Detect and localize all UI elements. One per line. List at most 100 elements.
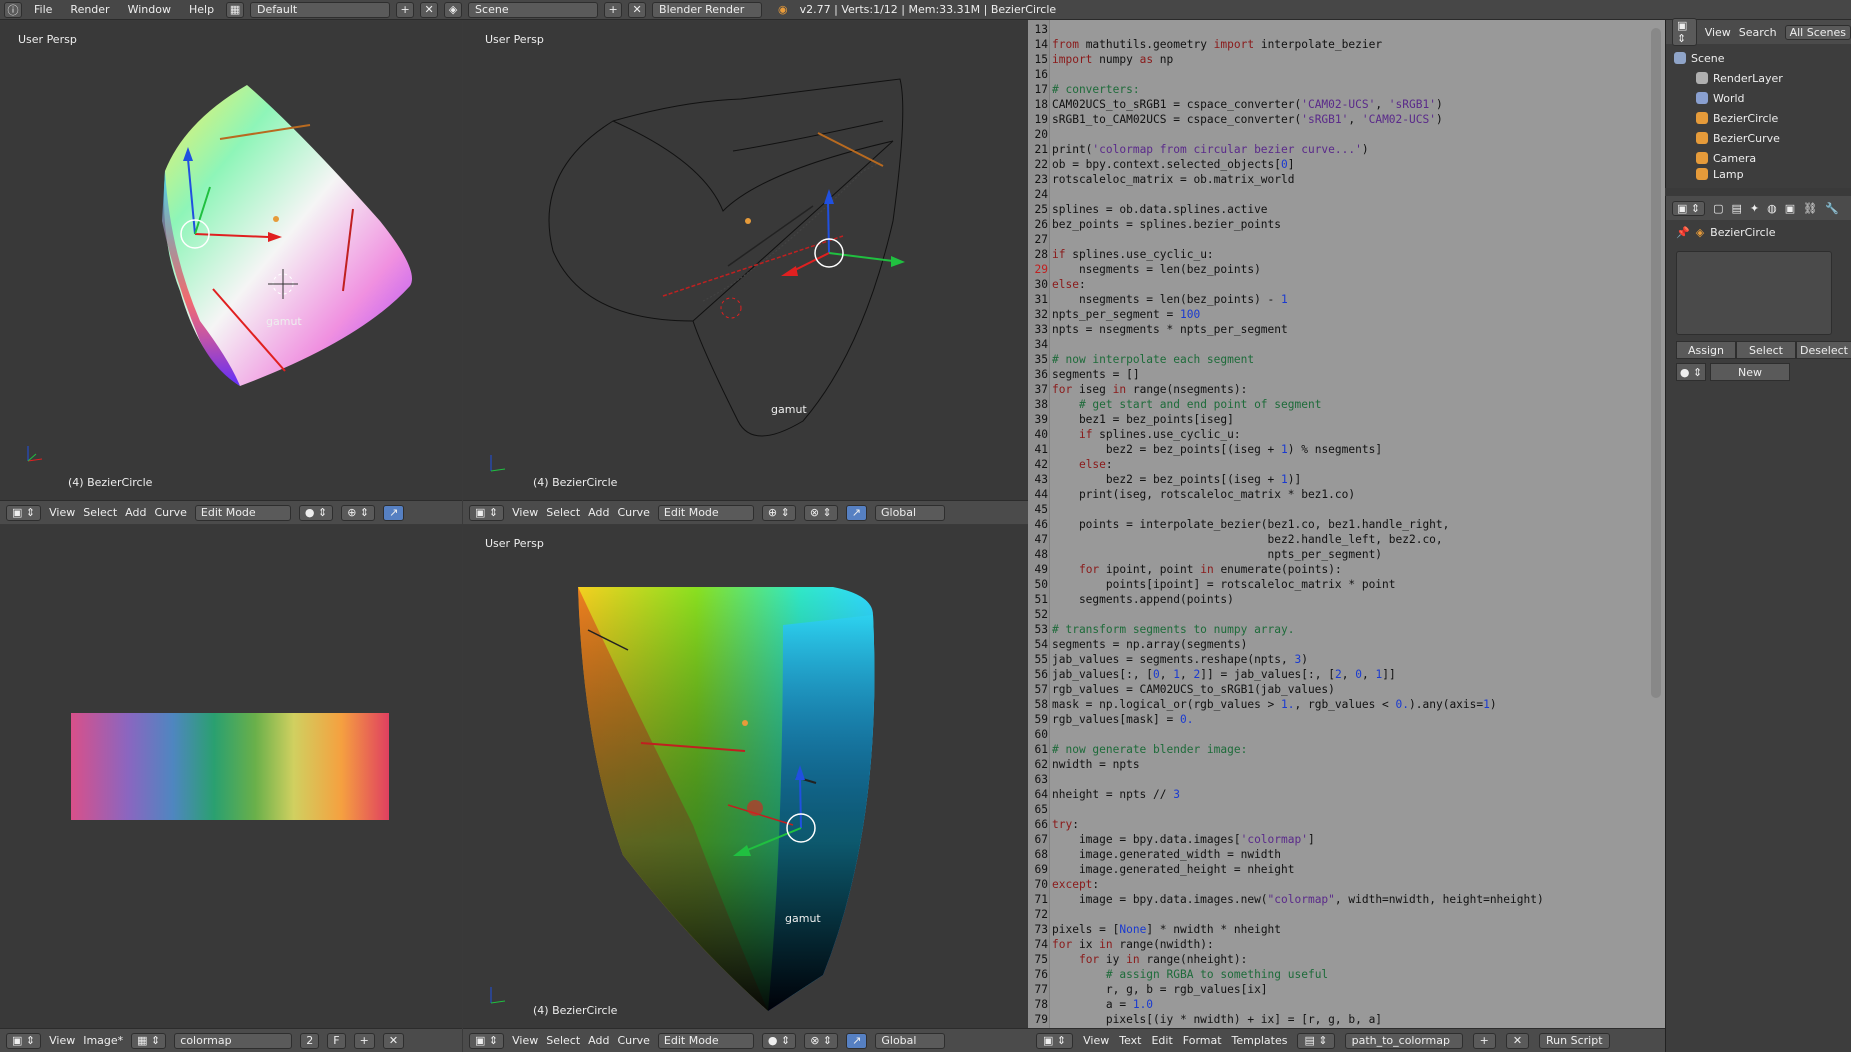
editor-type-button[interactable]: ▣ ⇕ bbox=[6, 1032, 42, 1049]
menu-window[interactable]: Window bbox=[122, 3, 177, 16]
add-scene-icon[interactable]: + bbox=[604, 1, 623, 18]
render-engine-select[interactable]: Blender Render bbox=[652, 1, 763, 18]
info-editor-icon[interactable]: ⓘ bbox=[4, 1, 22, 18]
add-layout-icon[interactable]: + bbox=[396, 1, 415, 18]
viewport-bottom-mid[interactable]: User Persp gamut (4) BezierCircle bbox=[463, 525, 1028, 1028]
editor-type-button[interactable]: ▣ ⇕ bbox=[469, 504, 505, 521]
outliner-item-world[interactable]: World bbox=[1674, 88, 1851, 108]
material-slots-list[interactable] bbox=[1676, 251, 1832, 335]
editor-type-button[interactable]: ▣ ⇕ bbox=[1672, 200, 1706, 216]
unlink-text-icon[interactable]: ✕ bbox=[1505, 1032, 1530, 1049]
modifiers-tab-icon[interactable]: 🔧 bbox=[1825, 202, 1839, 215]
new-material-button[interactable]: New bbox=[1710, 363, 1790, 381]
view-menu[interactable]: View bbox=[512, 1034, 538, 1047]
view-menu[interactable]: View bbox=[1705, 26, 1731, 39]
manipulator-toggle[interactable]: ↗ bbox=[846, 1032, 868, 1049]
add-menu[interactable]: Add bbox=[588, 1034, 609, 1047]
render-tab-icon[interactable]: ▢ bbox=[1713, 202, 1723, 215]
select-menu[interactable]: Select bbox=[546, 1034, 580, 1047]
text-browse-icon[interactable]: ▤ ⇕ bbox=[1297, 1032, 1335, 1049]
mode-select[interactable]: Edit Mode bbox=[657, 1032, 754, 1049]
new-image-icon[interactable]: + bbox=[353, 1032, 375, 1049]
menu-render[interactable]: Render bbox=[64, 3, 115, 16]
pivot-select[interactable]: ⊕ ⇕ bbox=[341, 504, 376, 521]
filter-select[interactable]: All Scenes bbox=[1784, 24, 1851, 40]
shading-select[interactable]: ● ⇕ bbox=[298, 504, 334, 521]
text-editor[interactable]: 13 14 from mathutils.geometry import inte… bbox=[1028, 20, 1665, 1028]
editor-type-button[interactable]: ▣ ⇕ bbox=[1036, 1032, 1074, 1049]
orientation-select[interactable]: Global bbox=[875, 504, 945, 521]
pin-icon[interactable]: 📌 bbox=[1676, 226, 1690, 239]
editor-scrollbar[interactable] bbox=[1651, 28, 1661, 698]
editor-type-button[interactable]: ▣ ⇕ bbox=[6, 504, 42, 521]
outliner-item-renderlayer[interactable]: RenderLayer bbox=[1674, 68, 1851, 88]
unlink-image-icon[interactable]: ✕ bbox=[382, 1032, 405, 1049]
constraints-tab-icon[interactable]: ⛓ bbox=[1803, 202, 1817, 215]
image-browse-icon[interactable]: ▦ ⇕ bbox=[131, 1032, 167, 1049]
curve-menu[interactable]: Curve bbox=[154, 506, 186, 519]
orientation-select[interactable]: Global bbox=[875, 1032, 946, 1049]
text-name-field[interactable]: path_to_colormap bbox=[1344, 1032, 1463, 1049]
templates-menu[interactable]: Templates bbox=[1232, 1034, 1288, 1047]
new-text-icon[interactable]: + bbox=[1472, 1032, 1496, 1049]
image-name-field[interactable]: colormap bbox=[174, 1032, 293, 1049]
material-browse-icon[interactable]: ● ⇕ bbox=[1676, 363, 1706, 381]
search-menu[interactable]: Search bbox=[1739, 26, 1777, 39]
image-editor[interactable] bbox=[0, 525, 462, 1028]
outliner-item-lamp[interactable]: Lamp bbox=[1674, 168, 1851, 180]
code-area[interactable]: 13 14 from mathutils.geometry import inte… bbox=[1028, 22, 1544, 1027]
fake-user-toggle[interactable]: F bbox=[327, 1032, 346, 1049]
curve-menu[interactable]: Curve bbox=[617, 506, 649, 519]
wireframe-gamut bbox=[490, 78, 905, 472]
select-menu[interactable]: Select bbox=[546, 506, 580, 519]
object-tab-icon[interactable]: ▣ bbox=[1785, 202, 1795, 215]
image-users-count[interactable]: 2 bbox=[300, 1032, 320, 1049]
gamut-surface bbox=[27, 85, 412, 462]
select-button[interactable]: Select bbox=[1736, 341, 1796, 359]
view-menu[interactable]: View bbox=[512, 506, 538, 519]
pivot-select[interactable]: ⊗ ⇕ bbox=[803, 504, 838, 521]
view-menu[interactable]: View bbox=[1083, 1034, 1109, 1047]
mode-select[interactable]: Edit Mode bbox=[194, 504, 291, 521]
outliner-item-beziercurve[interactable]: BezierCurve bbox=[1674, 128, 1851, 148]
scene-tab-icon[interactable]: ✦ bbox=[1750, 202, 1759, 215]
scene-icon[interactable]: ◈ bbox=[444, 1, 463, 18]
select-menu[interactable]: Select bbox=[83, 506, 117, 519]
properties-panel[interactable]: ▣ ⇕ ▢ ▤ ✦ ◍ ▣ ⛓ 🔧 📌 ◈ BezierCircle Assig… bbox=[1665, 196, 1851, 1052]
curve-menu[interactable]: Curve bbox=[617, 1034, 649, 1047]
pivot-select[interactable]: ⊗ ⇕ bbox=[804, 1032, 839, 1049]
manipulator-toggle[interactable]: ↗ bbox=[383, 504, 405, 521]
editor-type-button[interactable]: ▣ ⇕ bbox=[469, 1032, 505, 1049]
viewport-top-left[interactable]: User Persp gamut (4) BezierCircle bbox=[0, 21, 462, 500]
mode-select[interactable]: Edit Mode bbox=[657, 504, 754, 521]
view-menu[interactable]: View bbox=[49, 506, 75, 519]
edit-menu[interactable]: Edit bbox=[1151, 1034, 1172, 1047]
editor-type-button[interactable]: ▣ ⇕ bbox=[1672, 18, 1697, 46]
shading-select[interactable]: ⊕ ⇕ bbox=[761, 504, 796, 521]
layout-select[interactable]: Default bbox=[250, 1, 391, 18]
menu-help[interactable]: Help bbox=[183, 3, 220, 16]
add-menu[interactable]: Add bbox=[125, 506, 146, 519]
add-menu[interactable]: Add bbox=[588, 506, 609, 519]
viewport-top-mid[interactable]: User Persp gamut (4) BezierCircle bbox=[463, 21, 1028, 500]
scene-select[interactable]: Scene bbox=[468, 1, 599, 18]
layers-tab-icon[interactable]: ▤ bbox=[1732, 202, 1742, 215]
text-menu[interactable]: Text bbox=[1119, 1034, 1141, 1047]
outliner[interactable]: ▣ ⇕ View Search All Scenes Scene RenderL… bbox=[1665, 18, 1851, 188]
assign-button[interactable]: Assign bbox=[1676, 341, 1736, 359]
outliner-item-beziercircle[interactable]: BezierCircle bbox=[1674, 108, 1851, 128]
outliner-item-scene[interactable]: Scene bbox=[1674, 48, 1851, 68]
menu-file[interactable]: File bbox=[28, 3, 58, 16]
deselect-button[interactable]: Deselect bbox=[1796, 341, 1851, 359]
run-script-button[interactable]: Run Script bbox=[1539, 1032, 1610, 1049]
remove-scene-icon[interactable]: ✕ bbox=[628, 1, 647, 18]
layout-icon[interactable]: ▦ bbox=[226, 1, 245, 18]
remove-layout-icon[interactable]: ✕ bbox=[420, 1, 439, 18]
image-menu[interactable]: Image* bbox=[83, 1034, 123, 1047]
shading-select[interactable]: ● ⇕ bbox=[761, 1032, 797, 1049]
format-menu[interactable]: Format bbox=[1183, 1034, 1222, 1047]
world-tab-icon[interactable]: ◍ bbox=[1767, 202, 1777, 215]
outliner-item-camera[interactable]: Camera bbox=[1674, 148, 1851, 168]
view-menu[interactable]: View bbox=[49, 1034, 75, 1047]
manipulator-toggle[interactable]: ↗ bbox=[845, 504, 867, 521]
